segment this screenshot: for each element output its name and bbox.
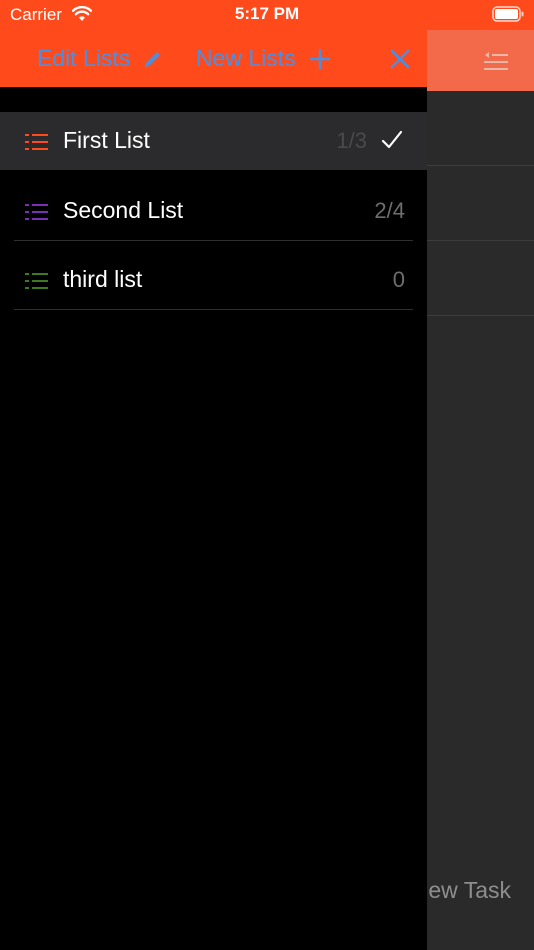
list-icon: [25, 273, 48, 289]
edit-lists-label: Edit Lists: [37, 45, 131, 71]
pencil-icon: [145, 51, 161, 67]
new-lists-button[interactable]: New Lists: [196, 30, 332, 87]
list-item-count: 0: [392, 267, 405, 292]
close-icon: [390, 49, 410, 68]
list-icon: [25, 134, 48, 150]
list-item-second-list[interactable]: Second List 2/4: [0, 182, 427, 240]
clock-label: 5:17 PM: [234, 4, 300, 23]
list-icon: [25, 204, 48, 220]
list-item-third-list[interactable]: third list 0: [0, 251, 427, 309]
divider: [14, 309, 413, 310]
list-item-count: 2/4: [374, 198, 405, 223]
close-drawer-button[interactable]: [388, 30, 412, 87]
divider: [14, 240, 413, 241]
plus-icon: [309, 48, 330, 69]
status-bar: Carrier 5:17 PM: [0, 0, 534, 30]
list-item-name: Second List: [63, 197, 184, 223]
new-lists-label: New Lists: [196, 45, 296, 71]
lists-drawer: Edit Lists New Lists First List 1/3 Seco…: [0, 0, 427, 950]
background-divider: [427, 240, 534, 241]
drawer-header: Edit Lists New Lists: [0, 30, 427, 87]
list-item-count: 1/3: [336, 128, 367, 153]
menu-icon[interactable]: [482, 48, 510, 77]
checkmark-icon: [381, 130, 403, 149]
background-header: [427, 30, 534, 91]
screen: ew Task Carrier 5:17 PM Edit Lists New L…: [0, 0, 534, 950]
battery-icon: [492, 6, 524, 27]
new-task-label[interactable]: ew Task: [428, 877, 511, 904]
background-task-view: [427, 0, 534, 950]
edit-lists-button[interactable]: Edit Lists: [37, 30, 164, 87]
list-item-name: third list: [63, 266, 143, 292]
background-divider: [427, 315, 534, 316]
list-item-name: First List: [63, 127, 150, 153]
background-divider: [427, 165, 534, 166]
list-item-first-list[interactable]: First List 1/3: [0, 112, 427, 170]
